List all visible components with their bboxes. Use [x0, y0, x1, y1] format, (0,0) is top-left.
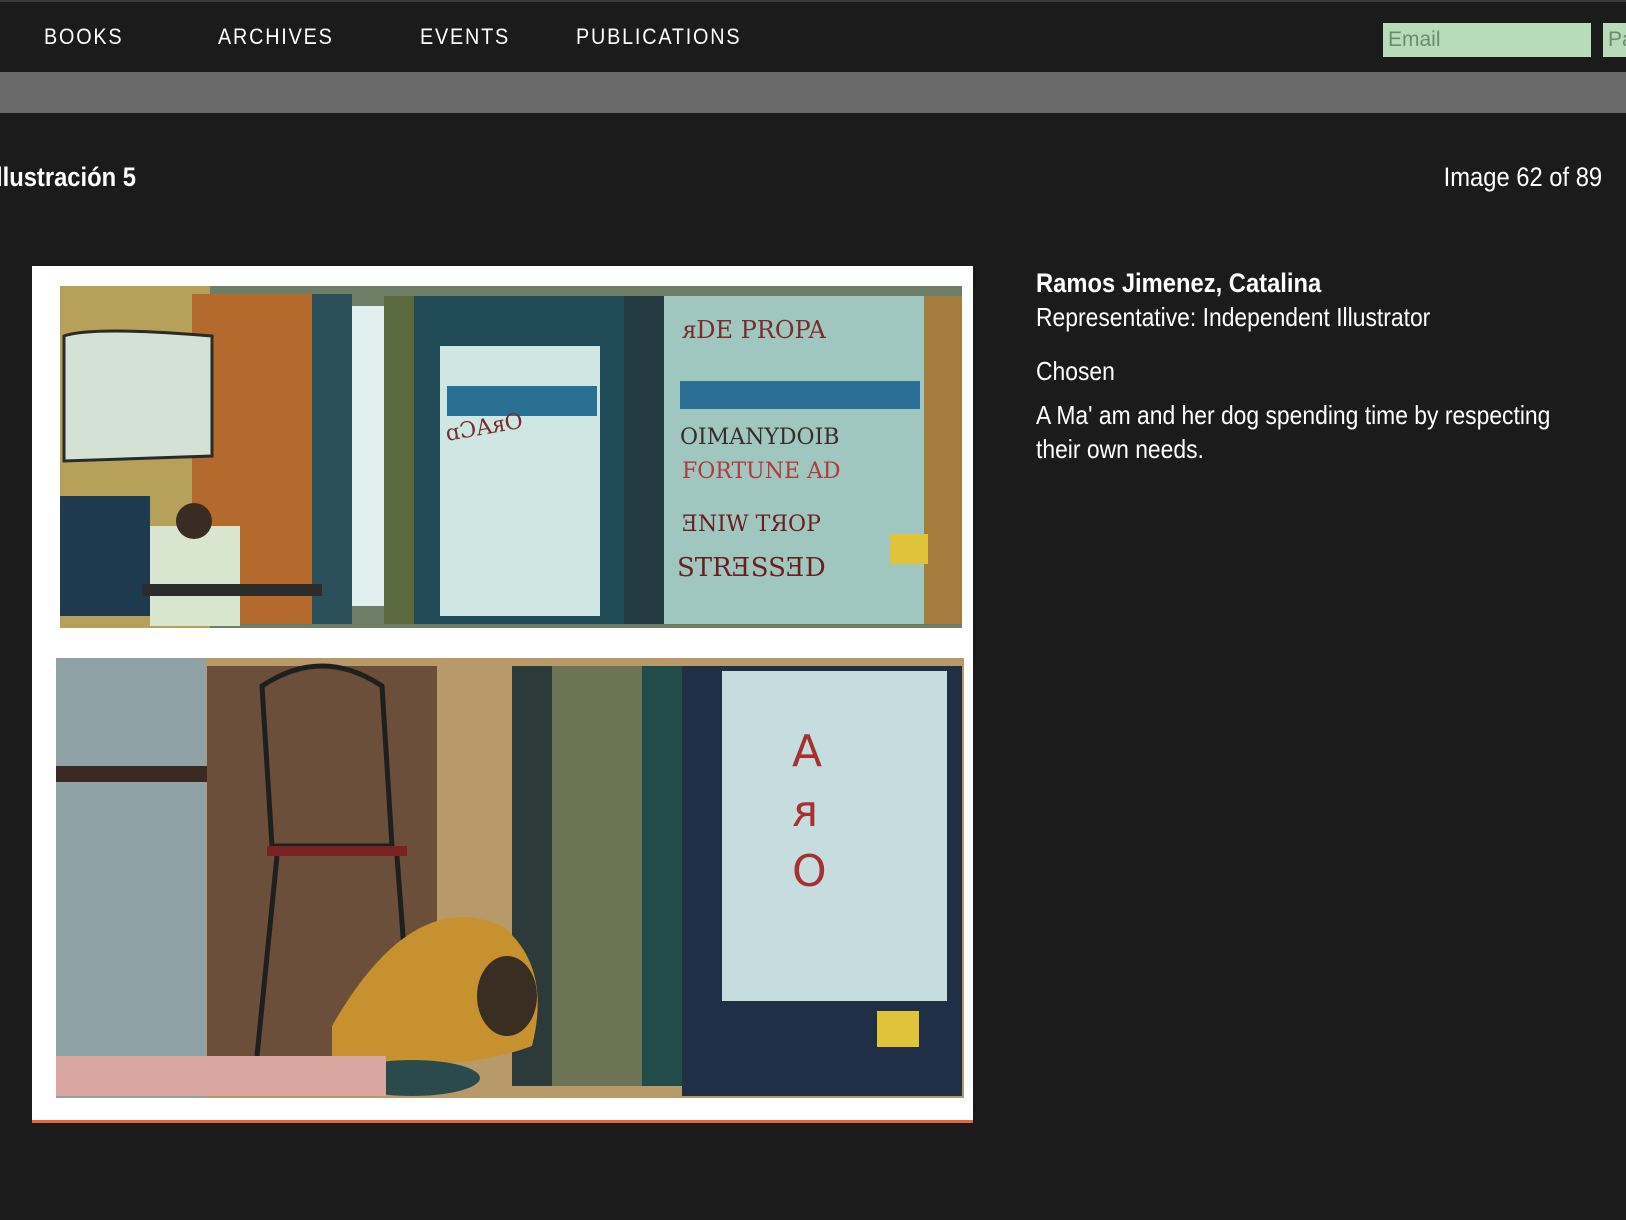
svg-text:A: A [792, 726, 822, 777]
email-field[interactable] [1383, 23, 1591, 57]
svg-text:ᴙDE PROPA: ᴙDE PROPA [682, 316, 826, 344]
svg-text:ᴙ: ᴙ [792, 786, 818, 837]
bottom-panel: A ᴙ O [56, 658, 964, 1098]
svg-text:STRƎSSƎD: STRƎSSƎD [677, 553, 826, 583]
image-counter: Image 62 of 89 [1443, 162, 1602, 192]
secondary-bar [0, 72, 1626, 113]
artwork-status: Chosen [1036, 356, 1115, 386]
nav-publications-link[interactable]: PUBLICATIONS [576, 24, 741, 50]
nav-books-link[interactable]: BOOKS [44, 24, 123, 50]
page-title: llustración 5 [0, 162, 136, 192]
svg-text:O: O [792, 846, 827, 897]
artwork-image[interactable]: ɑƆAᴙO ᴙDE PROPA OIMANYDOIB FORTUNE AD ƎN… [32, 266, 973, 1123]
svg-text:OIMANYDOIB: OIMANYDOIB [680, 425, 839, 450]
svg-text:FORTUNE AD: FORTUNE AD [682, 459, 841, 484]
artwork-illustration: ɑƆAᴙO ᴙDE PROPA OIMANYDOIB FORTUNE AD ƎN… [56, 286, 964, 1098]
top-navigation-bar: BOOKS ARCHIVES EVENTS PUBLICATIONS [0, 0, 1626, 72]
password-field[interactable] [1603, 23, 1626, 57]
svg-text:ƎNIW TЯOP: ƎNIW TЯOP [682, 512, 821, 537]
nav-events-link[interactable]: EVENTS [420, 24, 510, 50]
artist-representative: Representative: Independent Illustrator [1036, 302, 1431, 332]
top-panel: ɑƆAᴙO ᴙDE PROPA OIMANYDOIB FORTUNE AD ƎN… [60, 286, 962, 628]
artist-name: Ramos Jimenez, Catalina [1036, 268, 1322, 298]
nav-archives-link[interactable]: ARCHIVES [218, 24, 334, 50]
artwork-description: A Ma' am and her dog spending time by re… [1036, 400, 1551, 464]
artwork-info-panel: Ramos Jimenez, Catalina Representative: … [1036, 266, 1606, 466]
